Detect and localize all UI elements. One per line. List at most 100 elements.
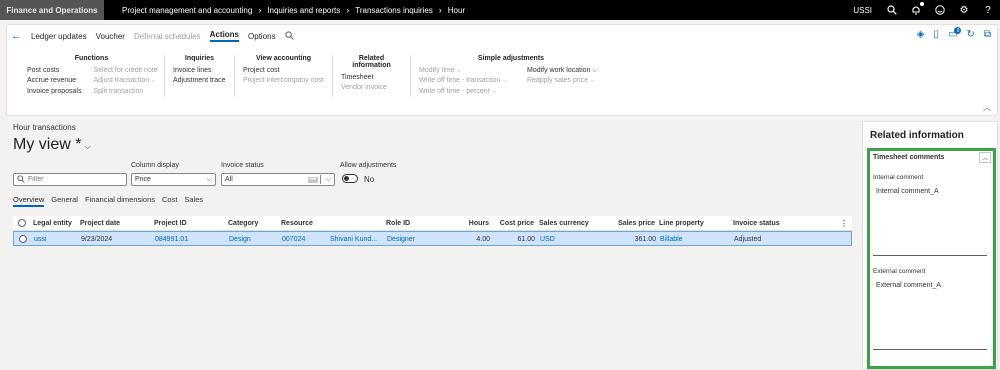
breadcrumb-item[interactable]: Inquiries and reports bbox=[267, 6, 340, 15]
filter-input[interactable] bbox=[28, 176, 118, 183]
smiley-icon[interactable] bbox=[934, 4, 946, 16]
column-header-invoice-status[interactable]: Invoice status bbox=[733, 220, 780, 227]
write-off-transaction-menu[interactable]: Write off time - transaction ⌵ bbox=[419, 76, 515, 86]
cell-hours: 4.00 bbox=[476, 236, 490, 243]
column-display-select[interactable]: Price ⌵ bbox=[131, 173, 216, 186]
column-header-role-id[interactable]: Role ID bbox=[386, 220, 410, 227]
column-header-cost-price[interactable]: Cost price bbox=[496, 220, 534, 227]
cell-project-date: 9/23/2024 bbox=[81, 236, 113, 243]
subtab-cost[interactable]: Cost bbox=[162, 195, 177, 207]
cell-category[interactable]: Design bbox=[229, 236, 251, 243]
filter-input-box[interactable] bbox=[13, 173, 127, 186]
column-header-project-id[interactable]: Project ID bbox=[154, 220, 187, 227]
row-select-radio[interactable] bbox=[19, 235, 27, 243]
invoice-lines-button[interactable]: Invoice lines bbox=[173, 66, 226, 76]
tab-ledger-updates[interactable]: Ledger updates bbox=[31, 32, 87, 41]
breadcrumb: Project management and accounting › Inqu… bbox=[122, 5, 465, 15]
chevron-up-icon[interactable]: ︿ bbox=[979, 152, 991, 163]
table-row[interactable]: ussi 9/23/2024 084991.01 Design 007024 S… bbox=[13, 231, 852, 246]
invoice-proposals-button[interactable]: Invoice proposals bbox=[27, 87, 81, 97]
action-groups: Functions Post costs Accrue revenue Invo… bbox=[19, 55, 611, 97]
power-apps-icon[interactable]: ◈ bbox=[917, 29, 925, 40]
tab-deferral-schedules[interactable]: Deferral schedules bbox=[134, 32, 201, 41]
breadcrumb-item[interactable]: Hour bbox=[448, 6, 465, 15]
post-costs-button[interactable]: Post costs bbox=[27, 66, 81, 76]
subtab-sales[interactable]: Sales bbox=[184, 195, 203, 207]
column-header-hours[interactable]: Hours bbox=[465, 220, 489, 227]
page-caption: Hour transactions bbox=[13, 123, 76, 132]
chevron-up-icon[interactable]: ︿ bbox=[983, 102, 991, 113]
internal-comment-underline bbox=[873, 255, 987, 256]
group-simple-adjustments: Simple adjustments Modify time ⌵ Write of… bbox=[411, 55, 611, 97]
subtab-financial-dimensions[interactable]: Financial dimensions bbox=[85, 195, 155, 207]
breadcrumb-item[interactable]: Project management and accounting bbox=[122, 6, 252, 15]
column-header-category[interactable]: Category bbox=[228, 220, 258, 227]
tab-actions[interactable]: Actions bbox=[209, 30, 240, 42]
project-cost-button[interactable]: Project cost bbox=[243, 66, 324, 76]
reapply-sales-price-menu[interactable]: Reapply sales price ⌵ bbox=[527, 76, 597, 86]
cell-sales-currency[interactable]: USD bbox=[540, 236, 555, 243]
grid-subtabs: Overview General Financial dimensions Co… bbox=[13, 195, 203, 207]
timesheet-comments-title[interactable]: Timesheet comments bbox=[873, 154, 944, 161]
adjust-transaction-menu[interactable]: Adjust transaction ⌵ bbox=[93, 76, 157, 86]
modify-time-label: Modify time bbox=[419, 67, 455, 74]
search-icon[interactable] bbox=[886, 4, 898, 16]
gear-icon[interactable]: ⚙ bbox=[958, 4, 970, 16]
column-header-resource[interactable]: Resource bbox=[281, 220, 313, 227]
cell-cost-price: 61.00 bbox=[517, 236, 535, 243]
back-arrow-icon[interactable]: ← bbox=[11, 30, 25, 42]
invoice-status-value: All bbox=[225, 176, 233, 183]
invoice-status-select[interactable]: All ••• ⌵ bbox=[221, 173, 335, 186]
column-header-sales-currency[interactable]: Sales currency bbox=[539, 220, 589, 227]
column-header-legal-entity[interactable]: Legal entity bbox=[33, 220, 72, 227]
cell-sales-price: 361.00 bbox=[634, 236, 656, 243]
select-for-credit-note-button[interactable]: Select for credit note bbox=[93, 66, 157, 76]
allow-adjustments-toggle[interactable] bbox=[342, 174, 358, 183]
cell-line-property[interactable]: Billable bbox=[660, 236, 683, 243]
hour-transactions-grid: Legal entity Project date Project ID Cat… bbox=[13, 216, 852, 246]
select-all-checkbox[interactable] bbox=[18, 219, 26, 227]
cell-project-id[interactable]: 084991.01 bbox=[155, 236, 188, 243]
column-header-project-date[interactable]: Project date bbox=[80, 220, 120, 227]
column-header-line-property[interactable]: Line property bbox=[659, 220, 704, 227]
project-intercompany-cost-button[interactable]: Project intercompany cost bbox=[243, 76, 324, 86]
subtab-general[interactable]: General bbox=[51, 195, 78, 207]
vendor-invoice-button[interactable]: Vendor invoice bbox=[341, 83, 402, 93]
action-pane: ← Ledger updates Voucher Deferral schedu… bbox=[6, 24, 998, 116]
top-nav-bar: Finance and Operations Project managemen… bbox=[0, 0, 1000, 20]
modify-work-location-menu[interactable]: Modify work location ⌵ bbox=[527, 66, 597, 76]
tab-options[interactable]: Options bbox=[248, 32, 276, 41]
cell-resource-name[interactable]: Shivani Kund... bbox=[330, 236, 377, 243]
subtab-overview[interactable]: Overview bbox=[13, 195, 45, 207]
internal-comment-value[interactable]: Internal comment_A bbox=[876, 188, 939, 195]
cell-legal-entity[interactable]: ussi bbox=[34, 236, 46, 243]
accrue-revenue-button[interactable]: Accrue revenue bbox=[27, 76, 81, 86]
open-new-window-icon[interactable]: ⧉ bbox=[984, 29, 991, 40]
column-header-sales-price[interactable]: Sales price bbox=[613, 220, 655, 227]
timesheet-button[interactable]: Timesheet bbox=[341, 73, 402, 83]
grid-header: Legal entity Project date Project ID Cat… bbox=[13, 216, 852, 231]
help-icon[interactable]: ? bbox=[982, 4, 994, 16]
search-icon[interactable] bbox=[284, 30, 294, 42]
modify-time-menu[interactable]: Modify time ⌵ bbox=[419, 66, 515, 76]
main-content: Hour transactions My view *⌵ Column disp… bbox=[6, 120, 856, 370]
split-transaction-button[interactable]: Split transaction bbox=[93, 87, 157, 97]
notification-bell-icon[interactable] bbox=[910, 1, 925, 16]
app-name[interactable]: Finance and Operations bbox=[0, 0, 104, 20]
allow-adjustments-value: No bbox=[364, 175, 375, 184]
tab-voucher[interactable]: Voucher bbox=[96, 32, 125, 41]
cell-resource[interactable]: 007024 bbox=[282, 236, 305, 243]
company-picker[interactable]: USSI bbox=[853, 6, 872, 15]
office-icon[interactable]: ▯ bbox=[934, 29, 940, 40]
view-selector[interactable]: My view * ⌵ bbox=[13, 136, 91, 154]
attachments-icon[interactable]: ▭ 0 bbox=[948, 27, 962, 40]
cell-role-id[interactable]: Designer bbox=[387, 236, 415, 243]
chevron-down-icon: ⌵ bbox=[491, 88, 497, 95]
adjustment-trace-button[interactable]: Adjustment trace bbox=[173, 76, 226, 86]
external-comment-value[interactable]: External comment_A bbox=[876, 282, 941, 289]
write-off-percent-menu[interactable]: Write off time - percent ⌵ bbox=[419, 87, 515, 97]
refresh-icon[interactable]: ↻ bbox=[966, 29, 974, 40]
column-display-label: Column display bbox=[131, 162, 179, 169]
breadcrumb-item[interactable]: Transactions inquiries bbox=[355, 6, 433, 15]
more-vertical-icon[interactable]: ⋮ bbox=[840, 219, 848, 228]
